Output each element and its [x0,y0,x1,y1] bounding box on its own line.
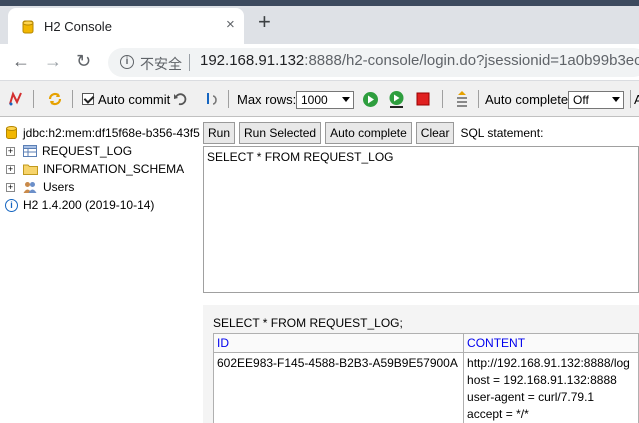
content-line: accept = */* [467,407,529,421]
tree-item-users[interactable]: + Users [0,178,74,196]
history-icon[interactable] [454,89,470,109]
tab-title: H2 Console [44,19,112,34]
disconnect-icon[interactable] [8,90,24,108]
url-host: 192.168.91.132 [200,52,305,69]
toolbar-separator [478,90,479,108]
url-input[interactable]: i 不安全 192.168.91.132:8888/h2-console/log… [108,48,639,77]
max-rows-value: 1000 [301,93,328,107]
schema-tree: jdbc:h2:mem:df15f68e-b356-43f5 + REQUEST… [0,118,200,423]
new-tab-icon[interactable]: + [258,11,271,33]
chevron-down-icon [612,97,620,102]
toolbar-separator [72,90,73,108]
tab-strip: H2 Console × + [0,0,639,44]
auto-complete-value: Off [573,93,589,107]
auto-commit-toggle[interactable]: Auto commit [82,81,170,117]
back-arrow-icon[interactable]: ← [12,51,30,72]
tree-item-label: REQUEST_LOG [42,144,133,158]
toolbar-separator [442,90,443,108]
clear-button[interactable]: Clear [415,122,455,144]
table-icon [23,145,37,157]
window-top-bar [0,0,639,6]
connection-url: jdbc:h2:mem:df15f68e-b356-43f5 [23,126,200,140]
omnibox-divider [189,54,190,71]
result-query-title: SELECT * FROM REQUEST_LOG; [213,316,403,330]
expand-plus-icon[interactable]: + [6,164,15,174]
query-button-row: Run Run Selected Auto complete Clear SQL… [203,121,543,145]
run-selected-icon[interactable] [388,90,405,109]
tree-item-request-log[interactable]: + REQUEST_LOG [0,142,132,160]
expand-plus-icon[interactable]: + [6,182,15,192]
users-icon [23,181,37,193]
h2-toolbar: Auto commit Max rows: 1000 Auto complete… [0,81,639,117]
cell-content: http://192.168.91.132:8888/log host = 19… [463,352,639,423]
insecure-label[interactable]: 不安全 [140,54,182,74]
sql-statement-label: SQL statement: [460,126,544,140]
toolbar-separator [33,90,34,108]
tree-item-label: INFORMATION_SCHEMA [43,162,185,176]
toolbar-overflow-label: A [634,91,639,107]
run-button[interactable]: Run [203,122,236,144]
version-label: H2 1.4.200 (2019-10-14) [23,198,155,212]
address-bar: ← → ↻ i 不安全 192.168.91.132:8888/h2-conso… [0,44,639,81]
run-icon[interactable] [362,91,379,108]
tree-item-information-schema[interactable]: + INFORMATION_SCHEMA [0,160,184,178]
content-line: user-agent = curl/7.79.1 [467,390,595,404]
tree-connection-row[interactable]: jdbc:h2:mem:df15f68e-b356-43f5 [0,124,200,142]
info-icon[interactable]: i [120,55,134,69]
result-table: ID CONTENT 602EE983-F145-4588-B2B3-A59B9… [212,333,639,423]
folder-icon [23,164,38,175]
rollback-icon[interactable] [173,90,191,108]
cell-id: 602EE983-F145-4588-B2B3-A59B9E57900A [212,352,465,423]
content-line: host = 192.168.91.132:8888 [467,373,617,387]
content-line: http://192.168.91.132:8888/log [467,356,630,370]
forward-arrow-icon[interactable]: → [44,51,62,72]
auto-complete-button[interactable]: Auto complete [325,122,412,144]
max-rows-label: Max rows: [237,91,297,107]
column-header-id[interactable]: ID [212,333,465,353]
result-panel: SELECT * FROM REQUEST_LOG; ID CONTENT 60… [203,305,639,423]
reload-icon[interactable]: ↻ [76,51,91,72]
browser-tab[interactable]: H2 Console × [8,8,244,44]
max-rows-select[interactable]: 1000 [296,91,354,109]
url-text[interactable]: 192.168.91.132:8888/h2-console/login.do?… [200,52,639,69]
table-row: 602EE983-F145-4588-B2B3-A59B9E57900A htt… [212,352,639,423]
commit-icon[interactable] [204,90,220,108]
auto-complete-label: Auto complete [485,91,569,107]
url-path: :8888/h2-console/login.do?jsessionid=1a0… [304,52,639,69]
auto-commit-label: Auto commit [98,91,171,107]
sql-input[interactable]: SELECT * FROM REQUEST_LOG [203,146,639,293]
toolbar-separator [630,90,631,108]
column-header-content[interactable]: CONTENT [463,333,639,353]
chevron-down-icon [342,97,350,102]
toolbar-separator [228,90,229,108]
database-icon [6,126,17,139]
auto-complete-select[interactable]: Off [568,91,624,109]
stop-icon[interactable] [416,92,430,106]
info-icon: i [5,198,18,212]
close-tab-icon[interactable]: × [226,16,235,33]
refresh-icon[interactable] [46,90,64,108]
tree-version-row: i H2 1.4.200 (2019-10-14) [0,196,154,214]
table-header-row: ID CONTENT [212,333,639,353]
auto-commit-checkbox[interactable] [82,93,94,105]
run-selected-button[interactable]: Run Selected [239,122,322,144]
tree-item-label: Users [43,180,75,194]
h2-favicon-icon [22,20,34,34]
expand-plus-icon[interactable]: + [6,146,15,156]
